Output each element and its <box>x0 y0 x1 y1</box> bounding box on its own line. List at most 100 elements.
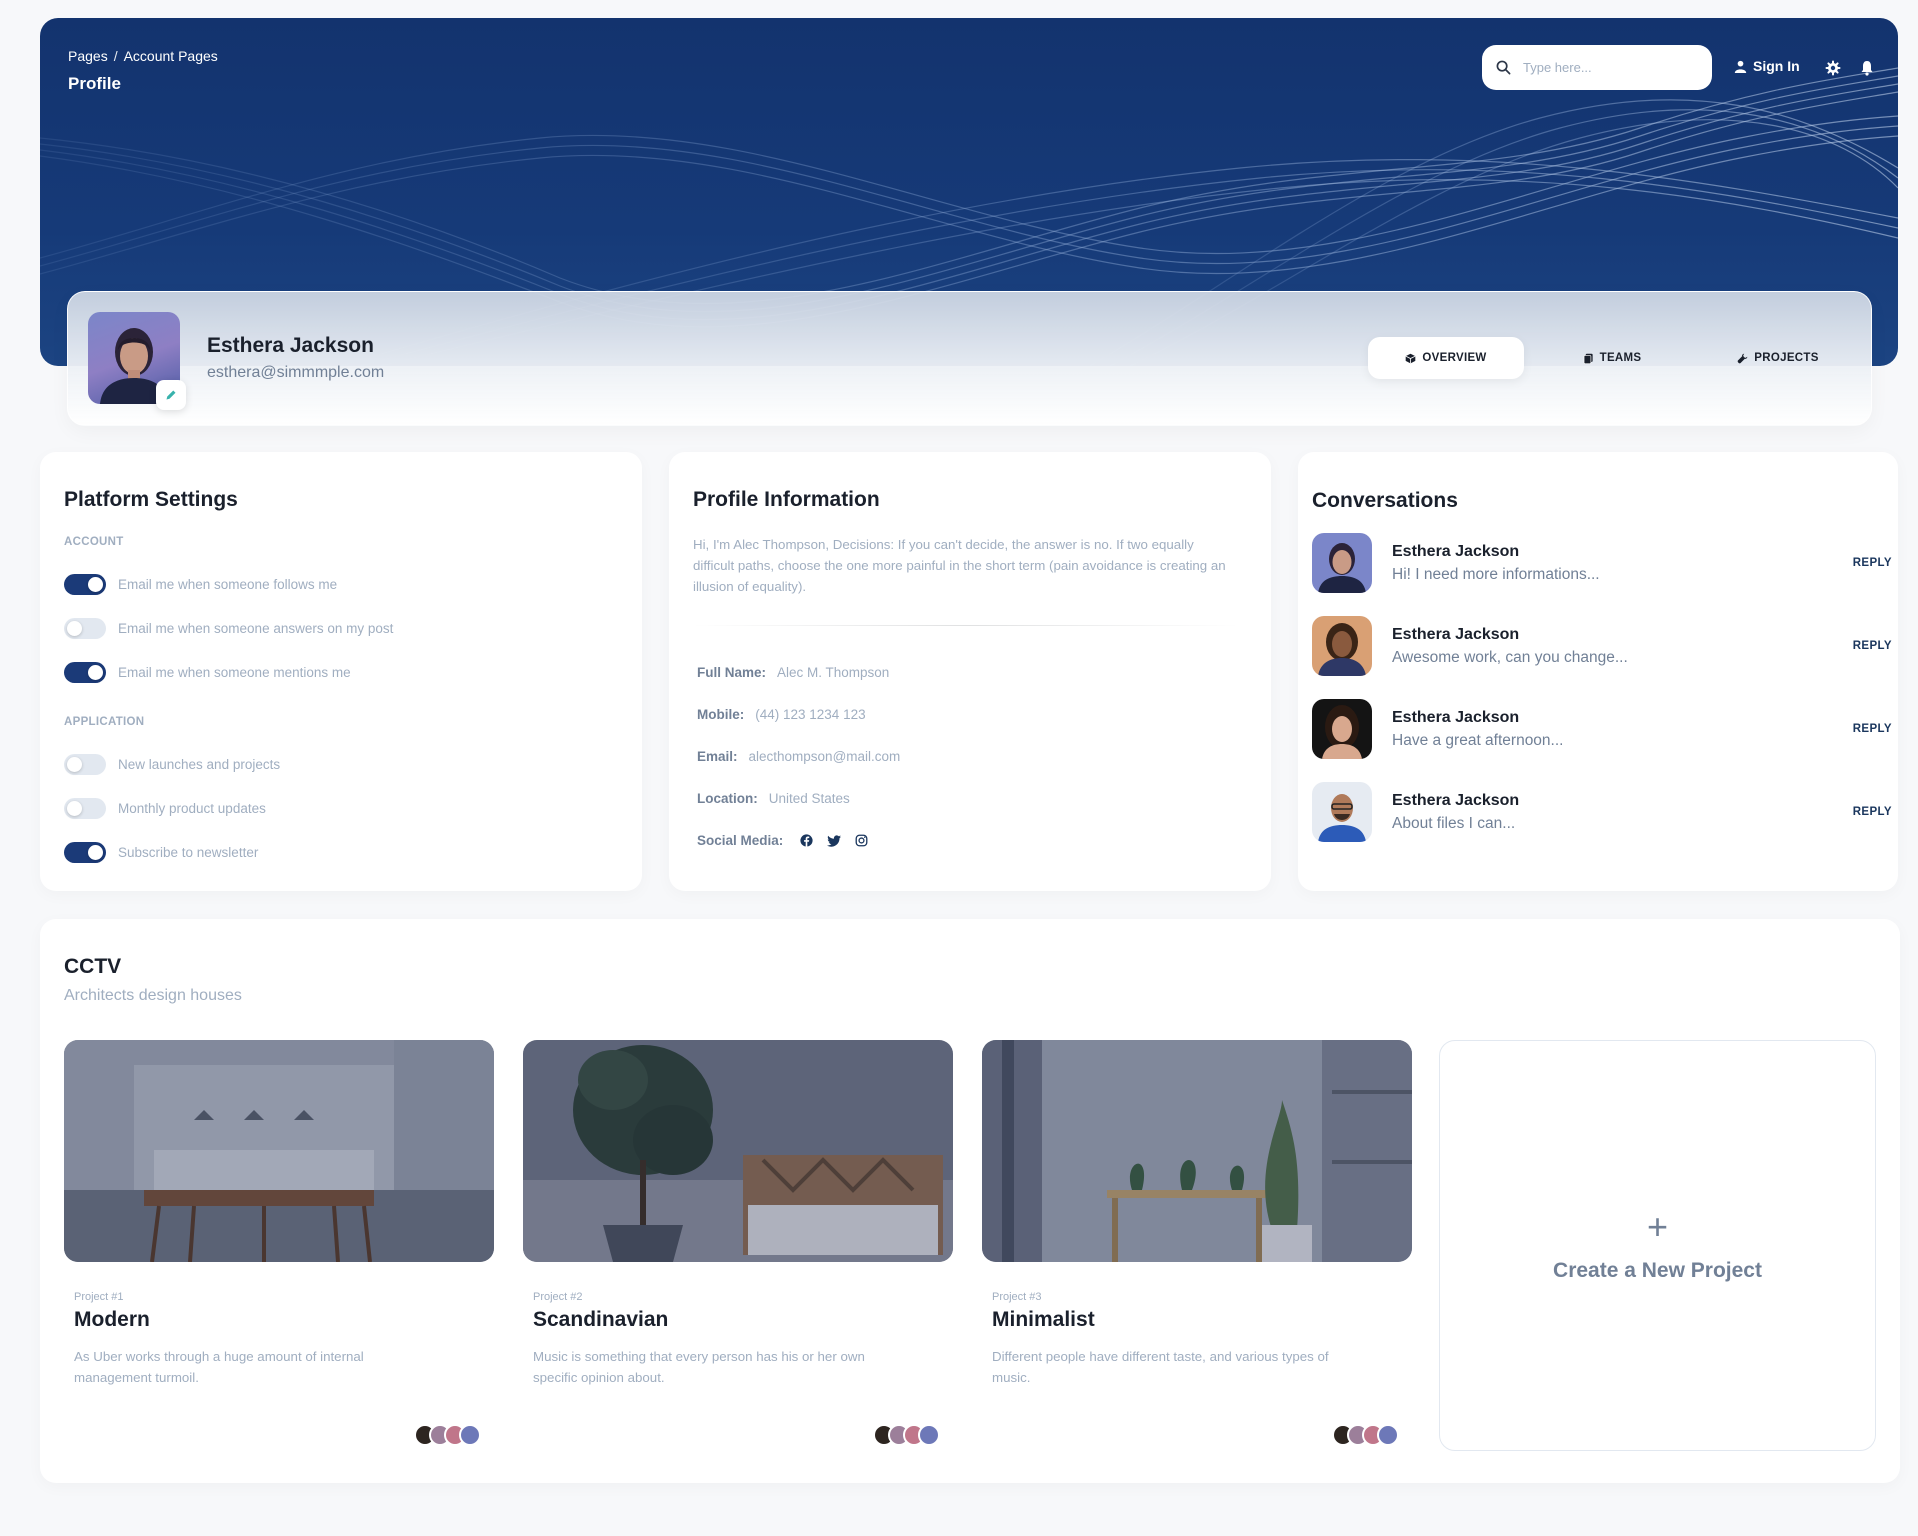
social-links <box>800 834 868 847</box>
reply-button[interactable]: REPLY <box>1853 806 1892 818</box>
setting-label: Monthly product updates <box>118 801 266 816</box>
setting-row: Email me when someone mentions me <box>64 662 351 683</box>
info-row-location: Location: United States <box>697 791 850 806</box>
tab-overview[interactable]: OVERVIEW <box>1368 337 1524 379</box>
project-image <box>523 1040 953 1262</box>
toggle-switch[interactable] <box>64 754 106 775</box>
create-new-project-label: Create a New Project <box>1553 1258 1762 1282</box>
gear-icon[interactable] <box>1825 60 1841 76</box>
breadcrumb: Pages / Account Pages <box>68 48 218 64</box>
profile-name: Esthera Jackson <box>207 334 374 357</box>
projects-subtitle: Architects design houses <box>64 987 242 1004</box>
project-card[interactable]: Project #2 Scandinavian Music is somethi… <box>523 1040 953 1446</box>
conversation-message: Hi! I need more informations... <box>1392 566 1600 583</box>
conversation-item: Esthera Jackson Have a great afternoon..… <box>1312 699 1892 761</box>
section-application-label: APPLICATION <box>64 716 145 728</box>
page-title: Profile <box>68 74 121 93</box>
sign-in-label: Sign In <box>1753 58 1800 74</box>
platform-settings-title: Platform Settings <box>64 488 238 511</box>
project-description: Music is something that every person has… <box>533 1349 865 1385</box>
conversation-message: Have a great afternoon... <box>1392 732 1564 749</box>
conversation-message: Awesome work, can you change... <box>1392 649 1628 666</box>
project-members <box>414 1424 481 1446</box>
profile-avatar-wrapper <box>88 312 186 410</box>
info-value: Alec M. Thompson <box>777 665 890 680</box>
breadcrumb-separator: / <box>113 48 118 64</box>
divider <box>693 625 1239 626</box>
breadcrumb-pages[interactable]: Pages <box>68 48 108 64</box>
reply-button[interactable]: REPLY <box>1853 640 1892 652</box>
setting-label: Email me when someone mentions me <box>118 665 351 680</box>
instagram-icon[interactable] <box>855 834 868 847</box>
tab-teams-label: TEAMS <box>1599 352 1642 364</box>
project-card[interactable]: Project #3 Minimalist Different people h… <box>982 1040 1412 1446</box>
edit-avatar-button[interactable] <box>156 380 186 410</box>
avatar <box>1312 533 1372 593</box>
avatar[interactable] <box>1377 1424 1399 1446</box>
profile-description: Hi, I'm Alec Thompson, Decisions: If you… <box>693 537 1226 594</box>
setting-label: Subscribe to newsletter <box>118 845 259 860</box>
info-key: Full Name: <box>697 665 767 680</box>
toggle-switch[interactable] <box>64 618 106 639</box>
info-key: Email: <box>697 749 738 764</box>
setting-label: Email me when someone follows me <box>118 577 338 592</box>
bell-icon[interactable] <box>1859 60 1875 76</box>
conversation-name: Esthera Jackson <box>1392 543 1520 560</box>
info-value: alecthompson@mail.com <box>748 749 901 764</box>
setting-row: Monthly product updates <box>64 798 266 819</box>
pencil-icon <box>166 390 176 400</box>
project-card[interactable]: Project #1 Modern As Uber works through … <box>64 1040 494 1446</box>
avatar[interactable] <box>918 1424 940 1446</box>
project-members <box>1332 1424 1399 1446</box>
project-number: Project #2 <box>533 1291 583 1303</box>
profile-information-title: Profile Information <box>693 488 880 511</box>
info-value: (44) 123 1234 123 <box>755 707 866 722</box>
setting-label: Email me when someone answers on my post <box>118 621 394 636</box>
setting-row: Email me when someone answers on my post <box>64 618 393 639</box>
search-input[interactable] <box>1523 60 1693 75</box>
breadcrumb-account-pages[interactable]: Account Pages <box>124 48 218 64</box>
conversations-card: Conversations Esthera Jackson Hi! I need… <box>1298 452 1898 891</box>
info-value: United States <box>768 791 850 806</box>
avatar <box>1312 699 1372 759</box>
toggle-switch[interactable] <box>64 662 106 683</box>
conversation-name: Esthera Jackson <box>1392 709 1520 726</box>
cube-icon <box>1405 353 1416 363</box>
profile-information-card: Profile Information Hi, I'm Alec Thompso… <box>669 452 1271 891</box>
toggle-switch[interactable] <box>64 574 106 595</box>
info-row-email: Email: alecthompson@mail.com <box>697 749 900 764</box>
toggle-switch[interactable] <box>64 798 106 819</box>
conversation-item: Esthera Jackson About files I can... REP… <box>1312 782 1892 844</box>
project-description: As Uber works through a huge amount of i… <box>74 1349 364 1385</box>
project-name: Scandinavian <box>533 1308 669 1331</box>
projects-title: CCTV <box>64 955 122 978</box>
sign-in-button[interactable]: Sign In <box>1734 58 1800 74</box>
create-new-project-button[interactable]: + Create a New Project <box>1439 1040 1876 1451</box>
platform-settings-card: Platform Settings ACCOUNT Email me when … <box>40 452 642 891</box>
user-icon <box>1734 60 1747 73</box>
facebook-icon[interactable] <box>800 834 813 847</box>
project-name: Minimalist <box>992 1308 1095 1331</box>
document-icon <box>1583 353 1593 364</box>
avatar[interactable] <box>459 1424 481 1446</box>
tab-projects-label: PROJECTS <box>1754 352 1819 364</box>
conversation-item: Esthera Jackson Hi! I need more informat… <box>1312 533 1892 595</box>
conversation-name: Esthera Jackson <box>1392 626 1520 643</box>
conversation-item: Esthera Jackson Awesome work, can you ch… <box>1312 616 1892 678</box>
project-description: Different people have different taste, a… <box>992 1349 1329 1385</box>
project-number: Project #1 <box>74 1291 124 1303</box>
search-box[interactable] <box>1482 45 1712 90</box>
conversations-title: Conversations <box>1312 489 1458 512</box>
setting-row: Email me when someone follows me <box>64 574 337 595</box>
setting-label: New launches and projects <box>118 757 281 772</box>
profile-header-card: Esthera Jackson esthera@simmmple.com OVE… <box>67 291 1872 426</box>
info-row-mobile: Mobile: (44) 123 1234 123 <box>697 707 866 722</box>
reply-button[interactable]: REPLY <box>1853 723 1892 735</box>
twitter-icon[interactable] <box>827 834 842 847</box>
tab-overview-label: OVERVIEW <box>1422 352 1487 364</box>
search-icon <box>1496 60 1511 75</box>
toggle-switch[interactable] <box>64 842 106 863</box>
reply-button[interactable]: REPLY <box>1853 557 1892 569</box>
tab-projects[interactable]: PROJECTS <box>1700 337 1856 379</box>
tab-teams[interactable]: TEAMS <box>1524 337 1700 379</box>
